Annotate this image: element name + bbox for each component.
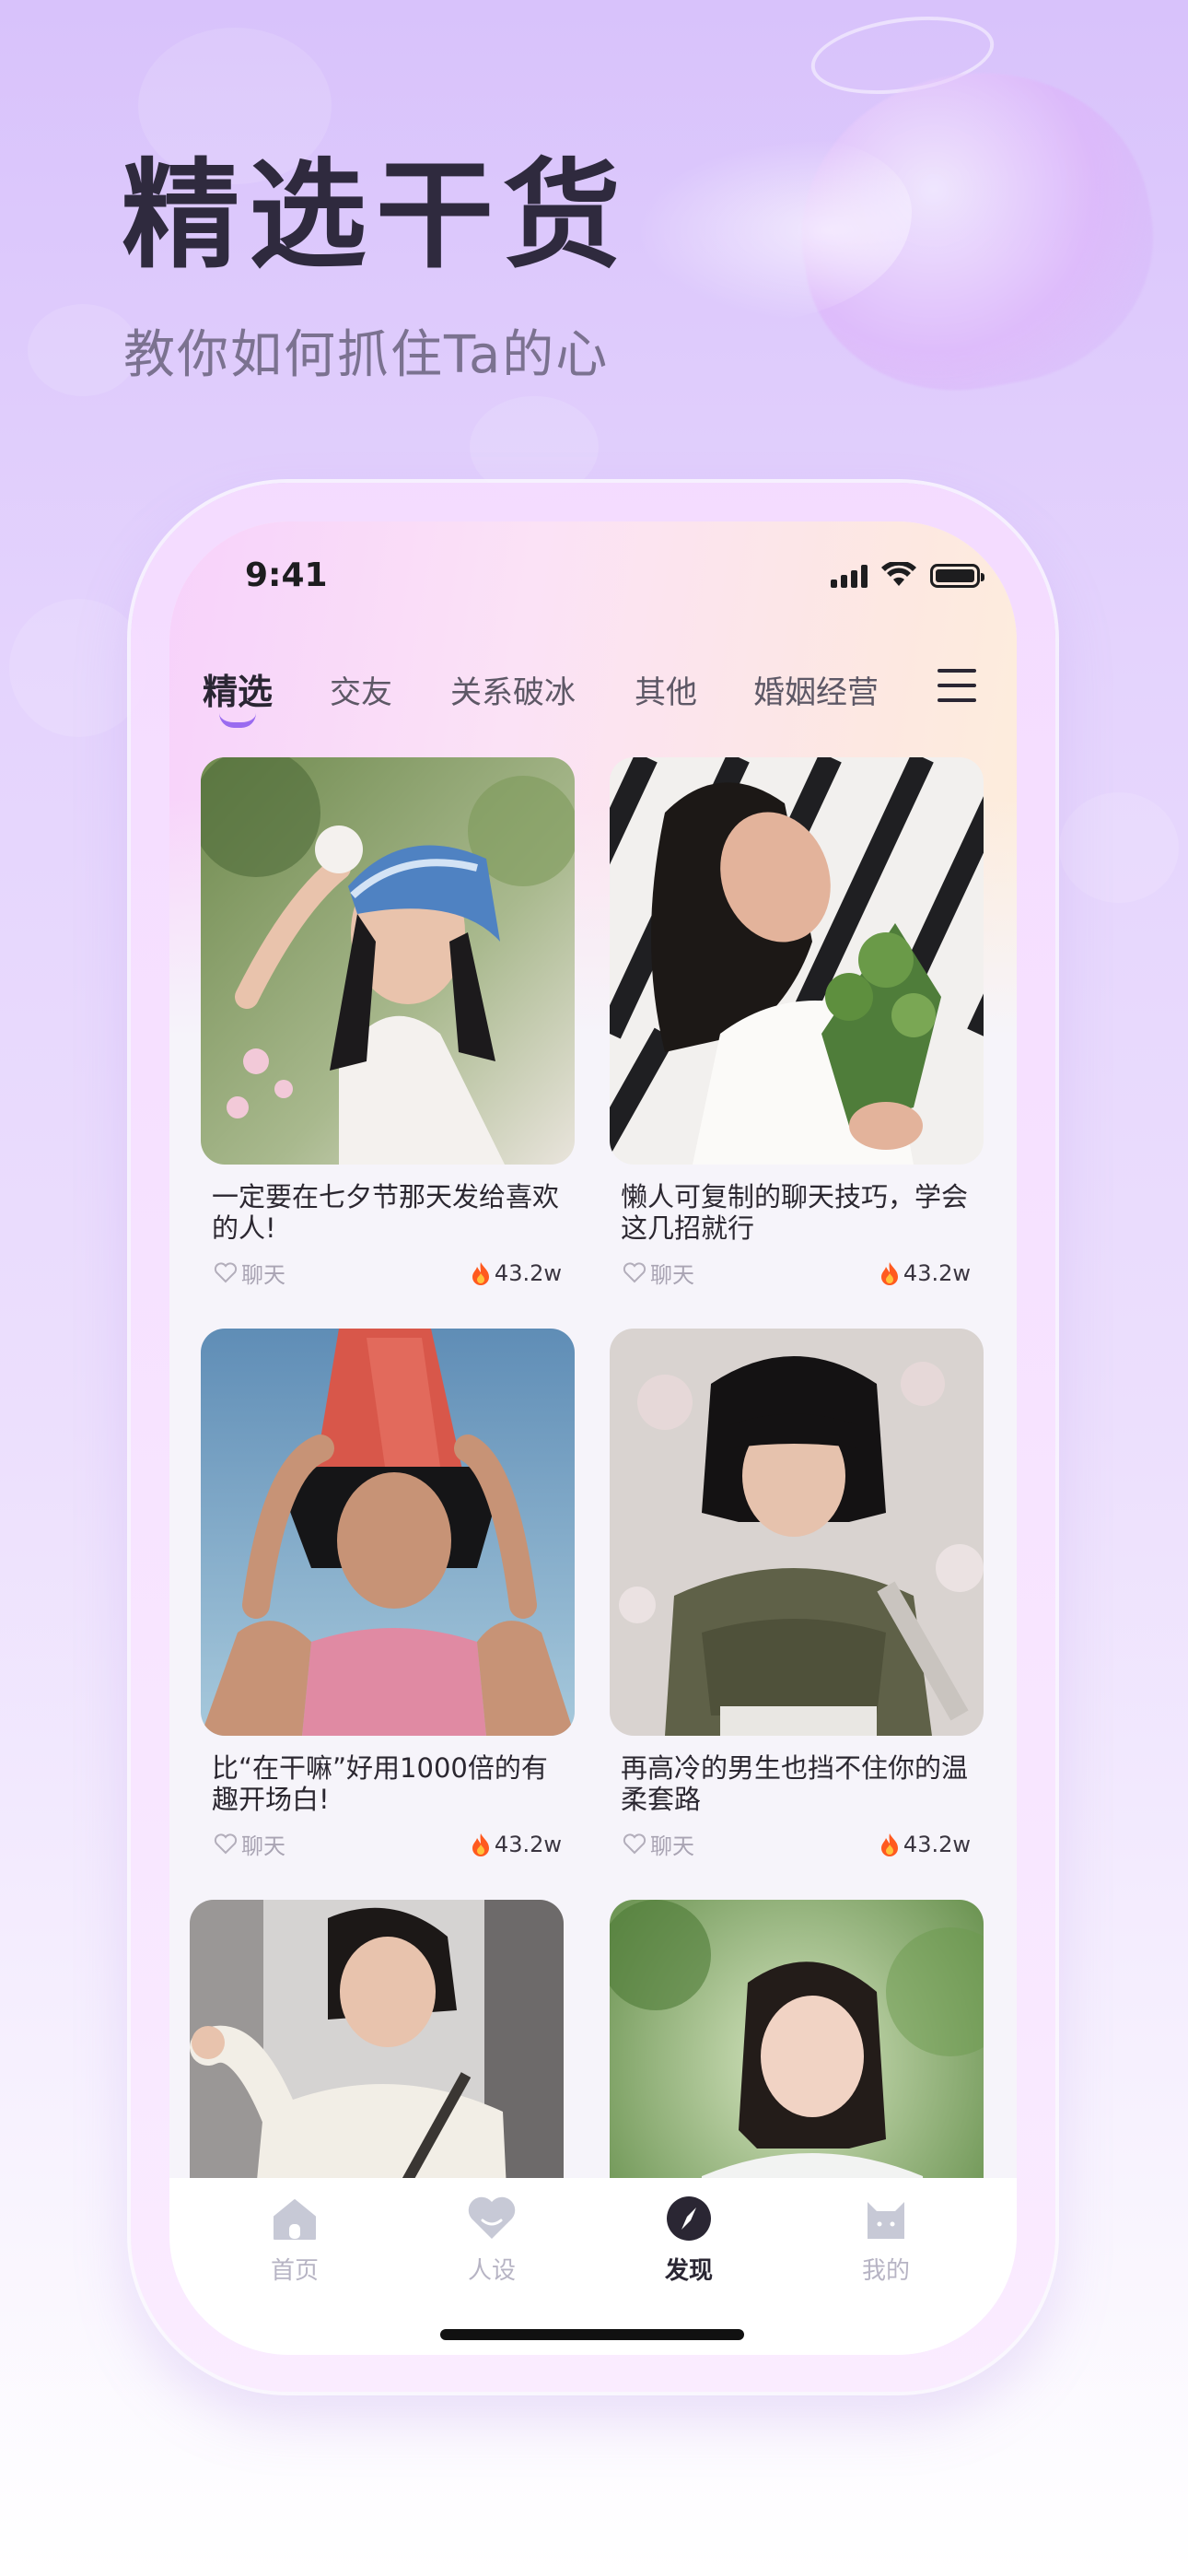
heart-face-icon [468, 2196, 516, 2239]
article-meta: 聊天 43.2w [610, 1257, 984, 1289]
battery-icon [930, 564, 984, 588]
tab-marriage[interactable]: 婚姻经营 [753, 667, 879, 712]
article-title: 再高冷的男生也挡不住你的温柔套路 [621, 1752, 969, 1815]
phone-screen: 9:41 精选 交友 关系破冰 其他 婚姻经营 一定要在七夕节那天发给喜欢的人!… [169, 521, 1017, 2355]
heart-outline-icon [623, 1832, 646, 1854]
article-hot-value: 43.2w [494, 1259, 562, 1286]
tab-icebreak[interactable]: 关系破冰 [450, 667, 576, 712]
soft-heart-decoration [1059, 792, 1179, 903]
heart-outline-icon [623, 1261, 646, 1282]
wing-decoration [635, 138, 912, 322]
tabbar-label: 人设 [467, 2257, 516, 2285]
article-card[interactable]: 再高冷的男生也挡不住你的温柔套路 聊天 43.2w [610, 1329, 984, 1860]
wifi-icon [881, 562, 916, 586]
fire-icon [880, 1832, 898, 1856]
tabbar-label: 发现 [664, 2257, 713, 2285]
tabbar-persona[interactable]: 人设 [437, 2195, 547, 2286]
heart-outline-icon [214, 1832, 238, 1854]
tabbar-home[interactable]: 首页 [239, 2195, 350, 2286]
article-tag-label: 聊天 [241, 1833, 285, 1859]
cat-profile-icon [868, 2202, 904, 2239]
fire-icon [880, 1261, 898, 1285]
article-hot-count: 43.2w [471, 1260, 562, 1286]
article-tag-label: 聊天 [241, 1262, 285, 1288]
article-tag: 聊天 [623, 1257, 694, 1289]
halo-decoration [806, 6, 999, 105]
tabbar-discover[interactable]: 发现 [634, 2195, 744, 2286]
article-meta: 聊天 43.2w [201, 1828, 575, 1860]
bottom-tab-bar: 首页 人设 发现 我的 [169, 2178, 1017, 2355]
heart-decoration [776, 45, 1176, 416]
article-tag: 聊天 [214, 1257, 285, 1289]
article-hot-value: 43.2w [494, 1831, 562, 1857]
hero-title: 精选干货 [122, 147, 631, 285]
article-card[interactable]: 懒人可复制的聊天技巧，学会这几招就行 聊天 43.2w [610, 757, 984, 1289]
article-meta: 聊天 43.2w [201, 1257, 575, 1289]
heart-outline-icon [214, 1261, 238, 1282]
tab-friends[interactable]: 交友 [330, 667, 392, 712]
tabbar-profile[interactable]: 我的 [831, 2195, 941, 2286]
article-image [610, 757, 984, 1165]
article-title: 懒人可复制的聊天技巧，学会这几招就行 [621, 1181, 969, 1244]
active-tab-indicator [219, 713, 256, 728]
article-image [201, 757, 575, 1165]
status-icons [831, 562, 984, 588]
article-tag-label: 聊天 [650, 1833, 694, 1859]
article-title: 比“在干嘛”好用1000倍的有趣开场白! [212, 1752, 548, 1815]
status-bar: 9:41 [169, 521, 1017, 632]
article-card[interactable]: 一定要在七夕节那天发给喜欢的人! 聊天 43.2w [201, 757, 575, 1289]
tab-featured[interactable]: 精选 [203, 663, 273, 714]
article-tag-label: 聊天 [650, 1262, 694, 1288]
soft-heart-decoration [9, 599, 147, 737]
compass-icon [667, 2196, 711, 2241]
article-image [201, 1329, 575, 1736]
article-image [610, 1329, 984, 1736]
article-hot-value: 43.2w [903, 1831, 971, 1857]
category-tabs: 精选 交友 关系破冰 其他 婚姻经营 [169, 650, 1017, 733]
article-tag: 聊天 [214, 1828, 285, 1860]
signal-icon [831, 564, 868, 588]
article-hot-count: 43.2w [879, 1832, 971, 1857]
tab-other[interactable]: 其他 [635, 667, 697, 712]
article-title: 一定要在七夕节那天发给喜欢的人! [212, 1181, 560, 1244]
home-icon [274, 2199, 316, 2240]
hamburger-menu-icon[interactable] [938, 669, 976, 706]
article-card[interactable]: 比“在干嘛”好用1000倍的有趣开场白! 聊天 43.2w [201, 1329, 575, 1860]
article-tag: 聊天 [623, 1828, 694, 1860]
tabbar-label: 首页 [270, 2257, 319, 2285]
article-hot-value: 43.2w [903, 1259, 971, 1286]
soft-heart-decoration [28, 304, 138, 396]
home-indicator [440, 2329, 744, 2340]
status-time: 9:41 [245, 556, 328, 594]
article-meta: 聊天 43.2w [610, 1828, 984, 1860]
article-hot-count: 43.2w [471, 1832, 562, 1857]
fire-icon [472, 1832, 489, 1856]
fire-icon [472, 1261, 489, 1285]
hero-subtitle: 教你如何抓住Ta的心 [123, 325, 610, 385]
article-hot-count: 43.2w [879, 1260, 971, 1286]
tabbar-label: 我的 [861, 2257, 910, 2285]
